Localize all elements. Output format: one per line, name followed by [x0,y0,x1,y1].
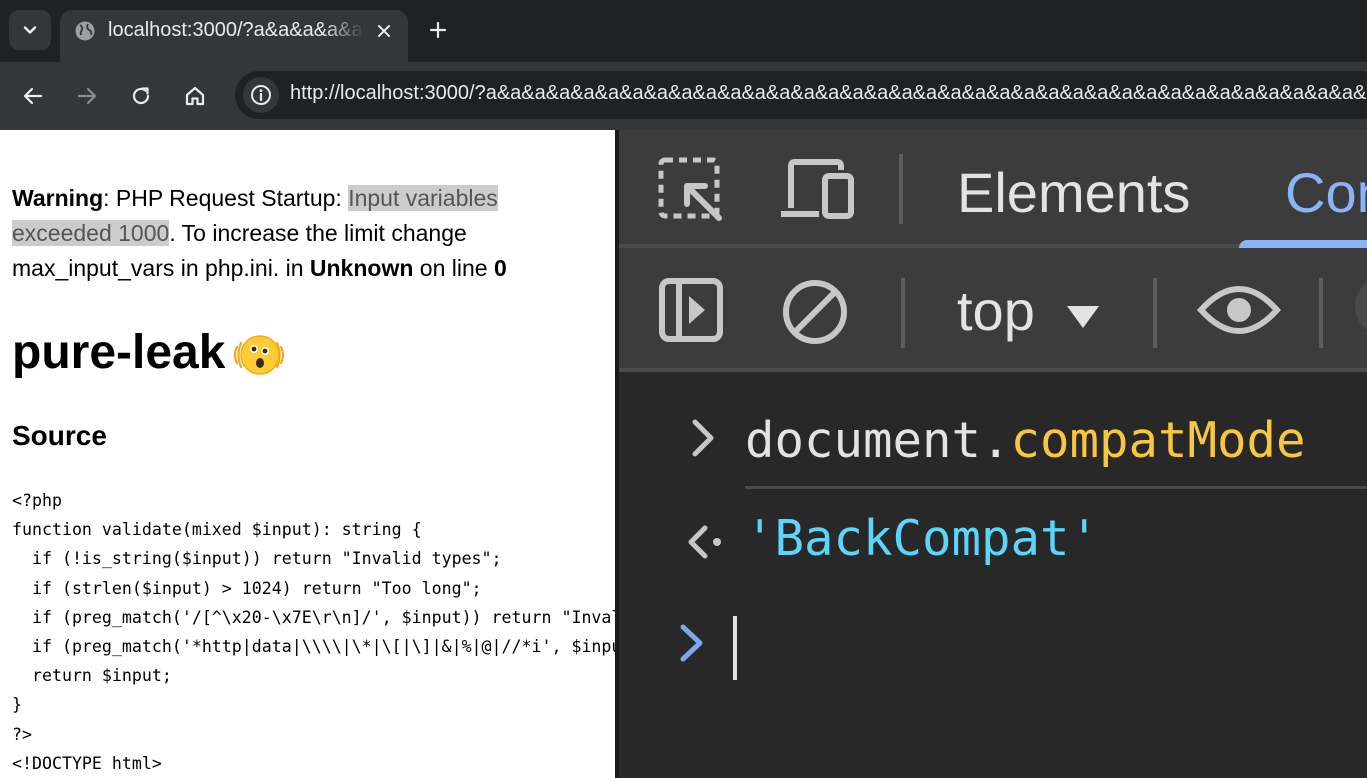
console-input-object: document. [745,412,1011,469]
reload-button[interactable] [121,76,161,116]
code-line: function validate(mixed $input): string … [12,520,422,540]
page-title-text: pure-leak [12,326,226,379]
warning-label: Warning [12,185,104,211]
code-line: <!DOCTYPE html> [12,753,162,773]
shaking-face-icon [234,335,285,376]
tab-elements[interactable]: Elements [957,160,1190,225]
code-line: if (preg_match('/[^\x20-\x7E\r\n]/', $in… [31,607,615,627]
chevron-down-icon [23,26,37,34]
console-prompt-caret[interactable] [733,616,737,680]
new-tab-button[interactable] [424,16,452,44]
console-divider [745,486,1367,489]
code-line: if (strlen($input) > 1024) return "Too l… [12,578,482,598]
address-bar[interactable]: http://localhost:3000/?a&a&a&a&a&a&a&a&a… [235,71,1367,119]
sidebar-toggle-icon[interactable] [659,278,723,342]
tab-title: localhost:3000/?a&a&a&a&a&a&a&a&a& [108,19,364,41]
toolbar-separator [1153,278,1157,348]
forward-arrow-icon [77,87,97,105]
context-selector[interactable]: top [957,278,1035,343]
close-icon [378,25,390,37]
eye-icon[interactable] [1197,278,1281,342]
chevron-right-icon [692,419,714,457]
code-line: ?> [12,724,32,744]
warning-line-number: 0 [493,255,507,281]
browser-toolbar: http://localhost:3000/?a&a&a&a&a&a&a&a&a… [0,62,1367,130]
page-title: pure-leak [12,325,287,383]
devtools-panel: Elements Console top document.compatMode… [615,130,1367,778]
warning-line-text: on line [413,255,494,281]
back-arrow-icon [23,87,43,105]
console-input-property: compatMode [1010,412,1306,469]
site-info-button[interactable] [243,77,279,113]
home-icon [185,86,205,106]
url-text[interactable]: http://localhost:3000/?a&a&a&a&a&a&a&a&a… [290,82,1367,105]
code-line: if (!is_string($input)) return "Invalid … [12,549,502,569]
php-warning: Warning: PHP Request Startup: Input vari… [12,181,552,286]
dropdown-caret-icon [1067,306,1099,328]
source-code: <?php function validate(mixed $input): s… [12,486,615,778]
browser-tab-strip: localhost:3000/?a&a&a&a&a&a&a&a&a& [0,0,1367,62]
console-prompt-icon [680,624,703,662]
active-tab-indicator [1239,240,1367,248]
browser-tab[interactable]: localhost:3000/?a&a&a&a&a&a&a&a&a& [60,10,408,62]
device-toggle-icon[interactable] [779,158,855,220]
plus-icon [429,21,447,39]
console-input-entry: document.compatMode [745,412,1306,469]
page-content: Warning: PHP Request Startup: Input vari… [0,130,615,778]
devtools-tab-bar: Elements Console [619,130,1367,248]
toolbar-separator [899,154,903,224]
console-toolbar: top [619,248,1367,372]
return-value-icon [688,525,721,559]
code-line: if (preg_match('*http|data|\\\\|\*|\[|\]… [31,637,615,657]
tab-close-button[interactable] [372,19,396,43]
select-element-icon[interactable] [657,156,725,224]
toolbar-separator [1319,278,1323,348]
console-output[interactable]: document.compatMode 'BackCompat' [619,372,1367,778]
tab-search-button[interactable] [9,10,51,50]
reload-icon [132,87,150,105]
toolbar-separator [901,278,905,348]
forward-button[interactable] [67,76,107,116]
clear-console-icon[interactable] [781,278,849,346]
back-button[interactable] [13,76,53,116]
filter-input[interactable] [1355,276,1367,336]
code-line: return $input; [12,666,172,686]
globe-icon [75,21,95,41]
source-heading: Source [12,420,107,451]
code-line: <?php [12,491,62,510]
warning-text: : PHP Request Startup: [103,185,349,211]
home-button[interactable] [175,76,215,116]
code-line: } [12,695,22,715]
console-result: 'BackCompat' [745,510,1100,567]
info-icon [251,85,271,105]
tab-console[interactable]: Console [1285,160,1367,225]
warning-file: Unknown [309,255,414,281]
